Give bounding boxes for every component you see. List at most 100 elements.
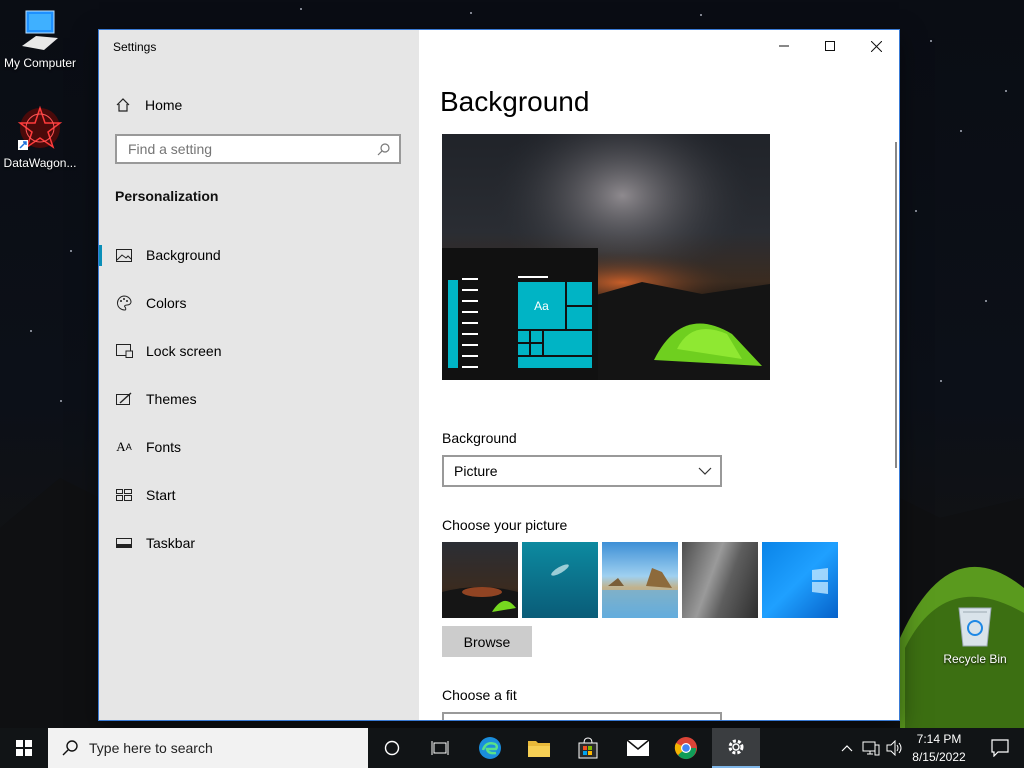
maximize-button[interactable] [807, 30, 853, 62]
minimize-button[interactable] [761, 30, 807, 62]
nav-item-label: Colors [146, 295, 187, 311]
page-title: Background [440, 86, 590, 117]
settings-window: Settings Home Personalization Background [99, 30, 899, 720]
home-icon [115, 97, 131, 113]
nav-item-colors[interactable]: Colors [99, 284, 419, 322]
nav-item-label: Start [146, 487, 176, 503]
nav-item-label: Themes [146, 391, 197, 407]
computer-icon [22, 10, 58, 50]
recycle-bin-icon [958, 607, 992, 647]
picture-thumbnail-beach[interactable] [602, 542, 678, 618]
search-icon [377, 142, 391, 161]
preview-start-list [462, 278, 478, 368]
chrome-button[interactable] [662, 728, 710, 768]
settings-icon [728, 739, 744, 755]
chevron-down-icon [698, 467, 712, 475]
file-explorer-icon [528, 741, 550, 757]
nav-item-label: Taskbar [146, 535, 196, 551]
my-computer-label: My Computer [3, 56, 77, 70]
network-button[interactable] [860, 728, 882, 768]
taskbar-search-placeholder: Type here to search [89, 740, 213, 756]
content-pane: Background Aa Background Picture Choose … [419, 30, 899, 720]
maximize-icon [825, 41, 835, 51]
background-type-dropdown[interactable]: Picture [442, 455, 722, 487]
datawagon-label: DataWagon... [3, 156, 77, 170]
picture-thumbnail-night-sky[interactable] [442, 542, 518, 618]
search-icon [62, 740, 78, 756]
section-title: Personalization [115, 188, 219, 204]
background-type-value: Picture [454, 463, 498, 479]
taskbar-icon [115, 538, 133, 548]
background-preview: Aa [442, 134, 770, 380]
network-icon [862, 741, 880, 756]
task-view-button[interactable] [416, 728, 464, 768]
close-button[interactable] [853, 30, 899, 62]
preview-tile-large: Aa [518, 282, 565, 329]
task-view-icon [431, 741, 449, 755]
background-type-label: Background [442, 430, 517, 446]
lock-screen-icon [115, 344, 133, 358]
datawagon-icon [17, 105, 63, 150]
choose-fit-label: Choose a fit [442, 687, 517, 703]
start-button[interactable] [0, 728, 48, 768]
nav-item-taskbar[interactable]: Taskbar [99, 524, 419, 562]
start-icon [115, 489, 133, 501]
nav-item-fonts[interactable]: AA Fonts [99, 428, 419, 466]
picture-thumbnail-underwater[interactable] [522, 542, 598, 618]
picture-thumbnail-windows[interactable] [762, 542, 838, 618]
chrome-icon [674, 737, 697, 760]
nav-item-themes[interactable]: Themes [99, 380, 419, 418]
choose-picture-label: Choose your picture [442, 517, 568, 533]
browse-button[interactable]: Browse [442, 626, 532, 657]
cortana-button[interactable] [368, 728, 416, 768]
notification-icon [991, 739, 1009, 757]
clock[interactable]: 7:14 PM 8/15/2022 [906, 730, 972, 766]
clock-time: 7:14 PM [916, 732, 962, 746]
volume-icon [886, 740, 902, 756]
choose-fit-dropdown[interactable] [442, 712, 722, 720]
mail-icon [626, 739, 650, 756]
nav-item-start[interactable]: Start [99, 476, 419, 514]
store-button[interactable] [564, 728, 612, 768]
taskbar-search-box[interactable]: Type here to search [48, 728, 368, 768]
picture-thumbnail-rock-face[interactable] [682, 542, 758, 618]
image-icon [115, 248, 133, 262]
taskbar: Type here to search 7:14 PM 8/15/2022 [0, 728, 1024, 768]
home-label: Home [145, 97, 183, 113]
find-setting-search[interactable] [115, 134, 401, 164]
nav-item-lock-screen[interactable]: Lock screen [99, 332, 419, 370]
settings-taskbar-button[interactable] [712, 728, 760, 768]
home-nav-item[interactable]: Home [115, 93, 405, 117]
windows-logo-icon [16, 740, 32, 756]
file-explorer-button[interactable] [515, 728, 563, 768]
preview-start-sidebar [448, 280, 458, 368]
find-setting-input[interactable] [126, 140, 370, 158]
recycle-bin-label: Recycle Bin [943, 652, 1007, 666]
store-icon [578, 737, 598, 759]
nav-item-label: Background [146, 247, 221, 263]
my-computer-desktop-icon[interactable]: My Computer [0, 8, 80, 70]
volume-button[interactable] [884, 728, 906, 768]
nav-item-label: Lock screen [146, 343, 222, 359]
palette-icon [115, 295, 133, 311]
minimize-icon [779, 45, 789, 47]
recycle-bin-desktop-icon[interactable]: Recycle Bin [935, 602, 1015, 666]
chevron-up-icon [841, 745, 853, 752]
clock-date: 8/15/2022 [912, 750, 966, 764]
cortana-icon [384, 740, 400, 756]
notifications-button[interactable] [976, 728, 1024, 768]
datawagon-desktop-icon[interactable]: DataWagon... [0, 104, 80, 170]
scrollbar[interactable] [895, 142, 897, 468]
nav-item-label: Fonts [146, 439, 182, 455]
themes-icon [115, 391, 133, 407]
nav-item-background[interactable]: Background [99, 236, 419, 274]
show-hidden-icons-button[interactable] [836, 728, 858, 768]
preview-start-header [518, 276, 548, 278]
edge-button[interactable] [466, 728, 514, 768]
mail-button[interactable] [614, 728, 662, 768]
navigation-pane: Settings Home Personalization Background [99, 30, 419, 720]
close-icon [870, 40, 882, 52]
fonts-icon: AA [116, 439, 132, 454]
edge-icon [479, 737, 501, 759]
preview-tiles: Aa [518, 282, 592, 368]
